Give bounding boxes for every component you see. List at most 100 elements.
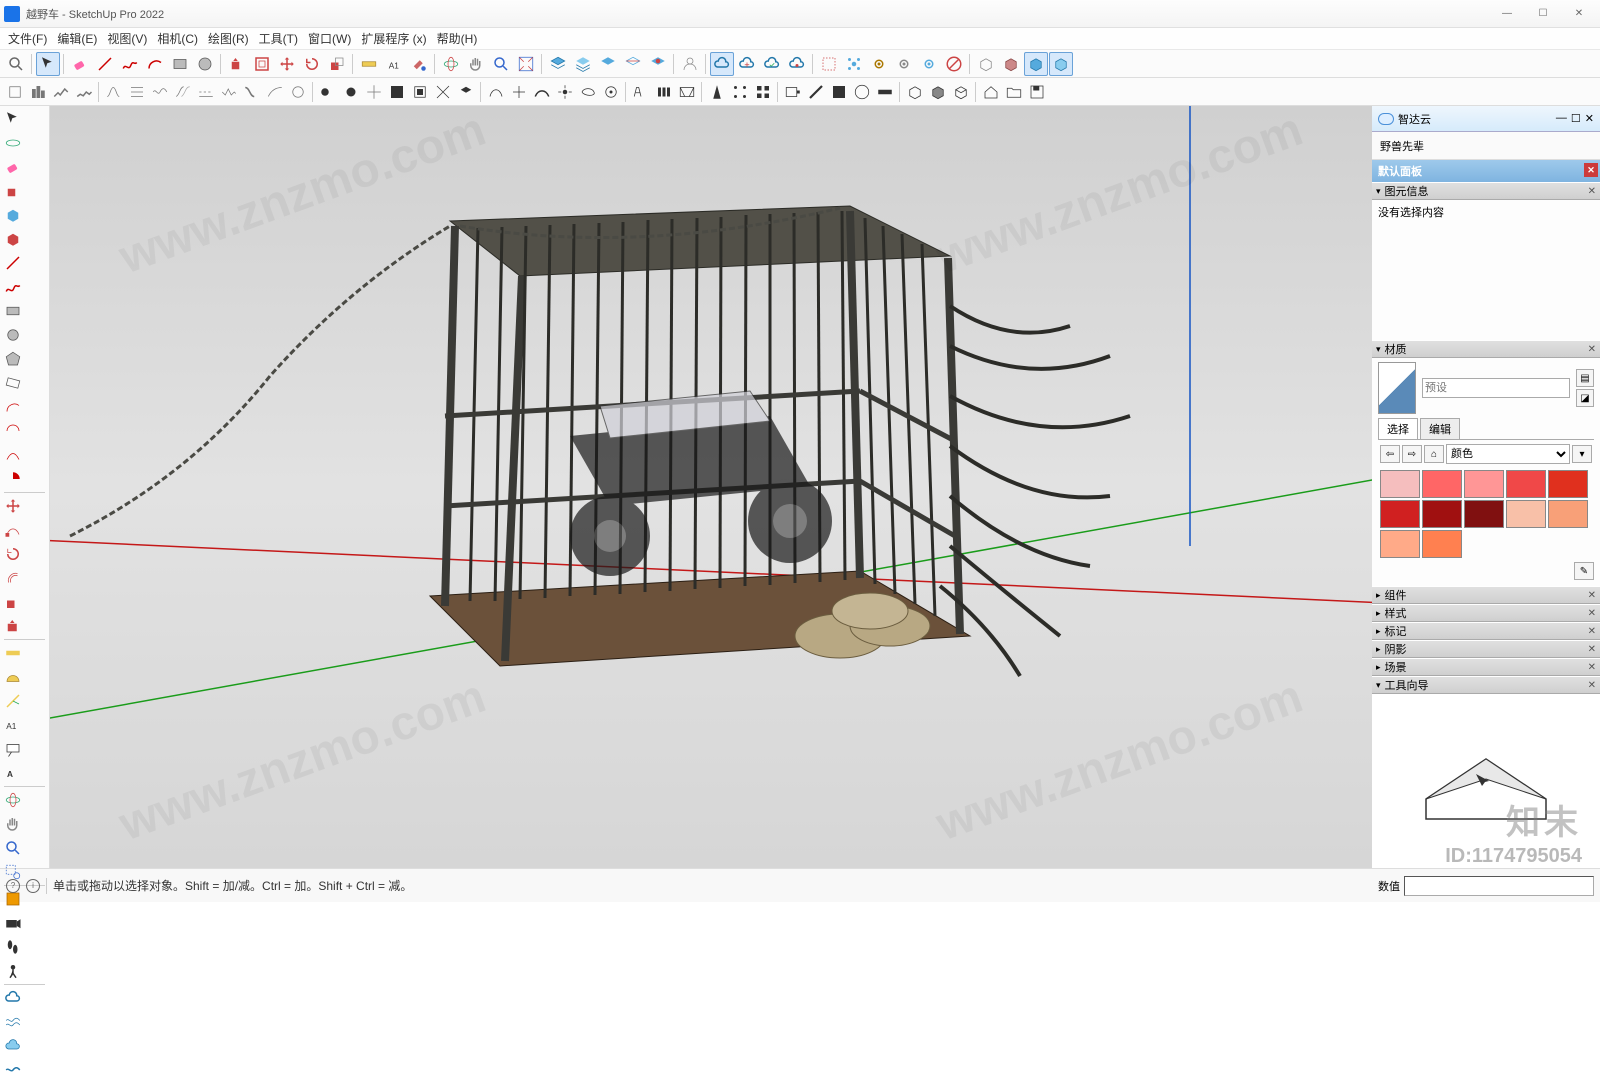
section2-icon[interactable] <box>646 52 670 76</box>
material-name-input[interactable] <box>1422 378 1570 398</box>
tb2-30[interactable] <box>706 81 728 103</box>
section-icon[interactable] <box>621 52 645 76</box>
paint-tool[interactable] <box>407 52 431 76</box>
box-out-icon[interactable] <box>974 52 998 76</box>
rect-select-icon[interactable] <box>817 52 841 76</box>
tb2-11[interactable] <box>241 81 263 103</box>
entity-close[interactable]: ✕ <box>1588 186 1596 197</box>
lt-tape[interactable] <box>2 642 24 664</box>
nav-home-icon[interactable]: ⌂ <box>1424 445 1444 463</box>
value-input[interactable] <box>1404 876 1594 896</box>
lt-look[interactable] <box>2 960 24 982</box>
layers3-icon[interactable] <box>596 52 620 76</box>
tags-close[interactable]: ✕ <box>1588 626 1596 637</box>
menu-camera[interactable]: 相机(C) <box>153 28 202 49</box>
box-in-icon[interactable] <box>999 52 1023 76</box>
lt-rotate[interactable] <box>2 543 24 565</box>
lt-rect[interactable] <box>2 300 24 322</box>
lt-freehand[interactable] <box>2 276 24 298</box>
scenes-header[interactable]: 场景✕ <box>1372 658 1600 676</box>
tb2-22[interactable] <box>508 81 530 103</box>
color-swatch[interactable] <box>1548 470 1588 498</box>
dropper-icon[interactable]: ✎ <box>1574 562 1594 580</box>
lt-move[interactable] <box>2 495 24 517</box>
tb2-40[interactable] <box>950 81 972 103</box>
offset-tool[interactable] <box>250 52 274 76</box>
tb2-17[interactable] <box>386 81 408 103</box>
tb2-14[interactable] <box>317 81 339 103</box>
freehand-tool[interactable] <box>118 52 142 76</box>
person-icon[interactable] <box>678 52 702 76</box>
lt-rot-rect[interactable] <box>2 372 24 394</box>
move-tool[interactable] <box>275 52 299 76</box>
zoom-extents-tool[interactable] <box>514 52 538 76</box>
color-swatch[interactable] <box>1422 470 1462 498</box>
components-close[interactable]: ✕ <box>1588 590 1596 601</box>
tb2-19[interactable] <box>432 81 454 103</box>
lt-pushpull[interactable] <box>2 180 24 202</box>
lt-arc3[interactable] <box>2 444 24 466</box>
instructor-header[interactable]: 工具向导✕ <box>1372 676 1600 694</box>
lt-text[interactable] <box>2 738 24 760</box>
select-tool[interactable] <box>36 52 60 76</box>
circle-tool[interactable] <box>193 52 217 76</box>
tb2-39[interactable] <box>927 81 949 103</box>
nav-back-icon[interactable]: ⇦ <box>1380 445 1400 463</box>
components-header[interactable]: 组件✕ <box>1372 586 1600 604</box>
material-create-icon[interactable]: ▤ <box>1576 369 1594 387</box>
tb2-21[interactable] <box>485 81 507 103</box>
tb2-03[interactable] <box>50 81 72 103</box>
tb2-27[interactable] <box>630 81 652 103</box>
zhida-max[interactable]: ☐ <box>1571 112 1581 125</box>
entity-info-header[interactable]: 图元信息✕ <box>1372 182 1600 200</box>
cloud-c-icon[interactable] <box>760 52 784 76</box>
color-swatch[interactable] <box>1422 500 1462 528</box>
lt-camera[interactable] <box>2 912 24 934</box>
text-tool[interactable]: A1 <box>382 52 406 76</box>
minimize-button[interactable]: — <box>1490 4 1524 24</box>
shadows-header[interactable]: 阴影✕ <box>1372 640 1600 658</box>
cloud-a-icon[interactable] <box>710 52 734 76</box>
eraser-tool[interactable] <box>68 52 92 76</box>
layers-icon[interactable] <box>546 52 570 76</box>
menu-draw[interactable]: 绘图(R) <box>204 28 253 49</box>
styles-header[interactable]: 样式✕ <box>1372 604 1600 622</box>
box-solid2-icon[interactable] <box>1049 52 1073 76</box>
lt-wave[interactable] <box>2 1011 24 1033</box>
tb2-24[interactable] <box>554 81 576 103</box>
tb2-13[interactable] <box>287 81 309 103</box>
help-icon[interactable]: ? <box>6 879 20 893</box>
tb2-32[interactable] <box>752 81 774 103</box>
instructor-close[interactable]: ✕ <box>1588 680 1596 691</box>
tb2-29[interactable] <box>676 81 698 103</box>
lt-arc1[interactable] <box>2 396 24 418</box>
menu-help[interactable]: 帮助(H) <box>433 28 482 49</box>
tb2-01[interactable] <box>4 81 26 103</box>
lt-arc2[interactable] <box>2 420 24 442</box>
color-swatch[interactable] <box>1464 470 1504 498</box>
lt-poly[interactable] <box>2 348 24 370</box>
lt-3dtext[interactable]: A <box>2 762 24 784</box>
tab-select[interactable]: 选择 <box>1378 418 1418 439</box>
lt-solids[interactable] <box>2 228 24 250</box>
maximize-button[interactable]: ☐ <box>1526 4 1560 24</box>
lt-offset[interactable] <box>2 567 24 589</box>
color-swatch[interactable] <box>1464 500 1504 528</box>
nav-fwd-icon[interactable]: ⇨ <box>1402 445 1422 463</box>
lt-zoom[interactable] <box>2 837 24 859</box>
lt-cloud[interactable] <box>2 987 24 1009</box>
color-swatch[interactable] <box>1506 500 1546 528</box>
lt-orbit[interactable] <box>2 132 24 154</box>
menu-tools[interactable]: 工具(T) <box>255 28 302 49</box>
lt-scale[interactable] <box>2 591 24 613</box>
lt-follow[interactable] <box>2 519 24 541</box>
tb2-08[interactable] <box>172 81 194 103</box>
tb2-34[interactable] <box>805 81 827 103</box>
lt-axes[interactable] <box>2 690 24 712</box>
menu-window[interactable]: 窗口(W) <box>304 28 355 49</box>
material-preview[interactable] <box>1378 362 1416 414</box>
material-default-icon[interactable]: ◪ <box>1576 389 1594 407</box>
pushpull-tool[interactable] <box>225 52 249 76</box>
tb2-20[interactable] <box>455 81 477 103</box>
info-icon[interactable]: i <box>26 879 40 893</box>
